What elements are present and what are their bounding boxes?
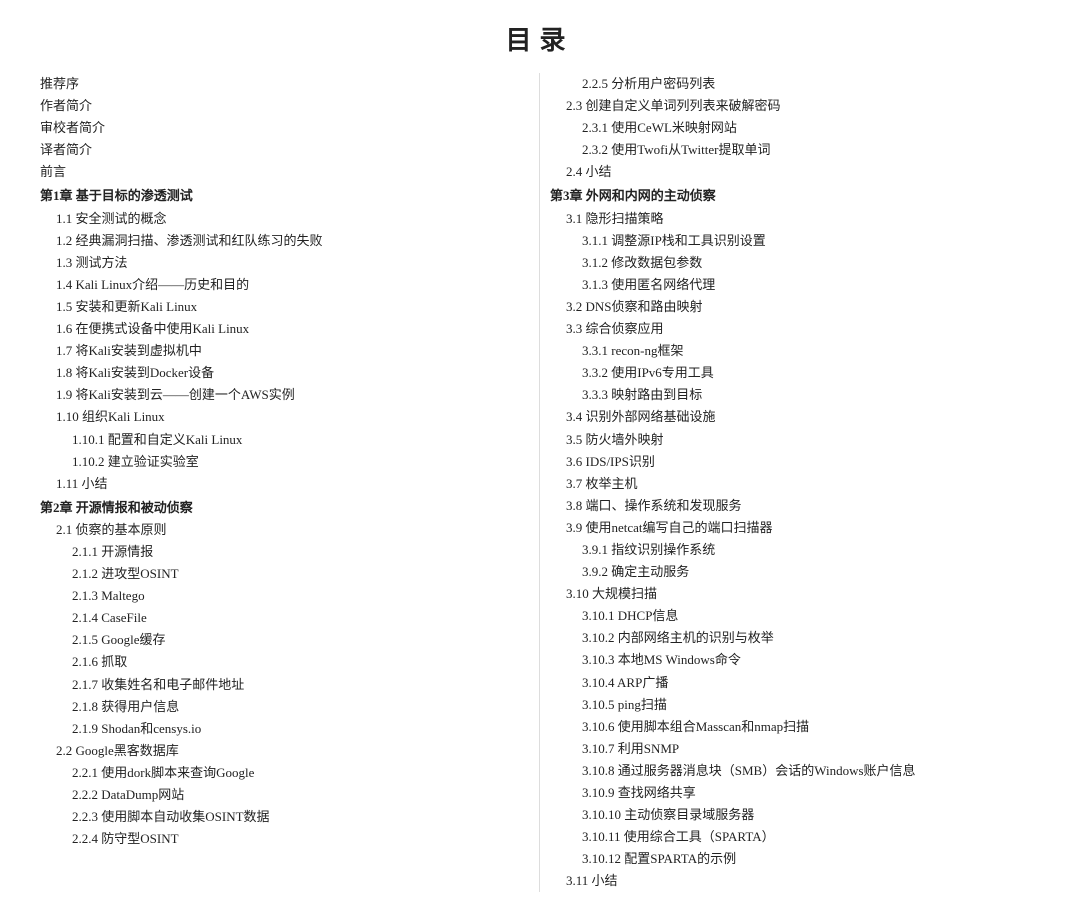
toc-item: 3.10.3 本地MS Windows命令 [550,649,1039,671]
toc-item: 3.4 识别外部网络基础设施 [550,406,1039,428]
toc-item: 3.9.1 指纹识别操作系统 [550,539,1039,561]
toc-item: 2.2.5 分析用户密码列表 [550,73,1039,95]
toc-item: 2.1.1 开源情报 [40,541,529,563]
toc-item: 2.2 Google黑客数据库 [40,740,529,762]
toc-item: 3.1 隐形扫描策略 [550,208,1039,230]
toc-item: 2.4 小结 [550,161,1039,183]
toc-item: 3.5 防火墙外映射 [550,429,1039,451]
toc-item: 2.3.1 使用CeWL米映射网站 [550,117,1039,139]
right-column: 2.2.5 分析用户密码列表2.3 创建自定义单词列列表来破解密码2.3.1 使… [540,73,1049,892]
toc-item: 作者简介 [40,95,529,117]
toc-item: 1.1 安全测试的概念 [40,208,529,230]
toc-item: 3.3.1 recon-ng框架 [550,340,1039,362]
toc-item: 1.2 经典漏洞扫描、渗透测试和红队练习的失败 [40,230,529,252]
toc-item: 3.1.2 修改数据包参数 [550,252,1039,274]
toc-item: 3.10.9 查找网络共享 [550,782,1039,804]
toc-item: 1.6 在便携式设备中使用Kali Linux [40,318,529,340]
toc-item: 2.3.2 使用Twofi从Twitter提取单词 [550,139,1039,161]
toc-item: 3.10.12 配置SPARTA的示例 [550,848,1039,870]
toc-item: 译者简介 [40,139,529,161]
left-column: 推荐序作者简介审校者简介译者简介前言第1章 基于目标的渗透测试1.1 安全测试的… [30,73,540,892]
toc-item: 2.2.1 使用dork脚本来查询Google [40,762,529,784]
toc-item: 2.2.3 使用脚本自动收集OSINT数据 [40,806,529,828]
toc-item: 2.1.2 进攻型OSINT [40,563,529,585]
toc-item: 3.10.4 ARP广播 [550,672,1039,694]
toc-item: 3.2 DNS侦察和路由映射 [550,296,1039,318]
toc-item: 3.10.1 DHCP信息 [550,605,1039,627]
toc-item: 2.1.8 获得用户信息 [40,696,529,718]
toc-item: 3.10.11 使用综合工具（SPARTA） [550,826,1039,848]
toc-item: 3.6 IDS/IPS识别 [550,451,1039,473]
toc-item: 3.10.8 通过服务器消息块（SMB）会话的Windows账户信息 [550,760,1039,782]
toc-item: 3.9.2 确定主动服务 [550,561,1039,583]
toc-item: 1.3 测试方法 [40,252,529,274]
toc-item: 3.7 枚举主机 [550,473,1039,495]
toc-item: 第3章 外网和内网的主动侦察 [550,185,1039,207]
toc-item: 2.1.4 CaseFile [40,607,529,629]
page-title: 目录 [505,20,573,57]
toc-item: 3.11 小结 [550,870,1039,892]
toc-item: 1.8 将Kali安装到Docker设备 [40,362,529,384]
toc-item: 1.5 安装和更新Kali Linux [40,296,529,318]
toc-item: 1.10.2 建立验证实验室 [40,451,529,473]
toc-item: 2.3 创建自定义单词列列表来破解密码 [550,95,1039,117]
toc-item: 3.10.5 ping扫描 [550,694,1039,716]
toc-item: 3.10.10 主动侦察目录域服务器 [550,804,1039,826]
toc-item: 第1章 基于目标的渗透测试 [40,185,529,207]
toc-item: 2.1.3 Maltego [40,585,529,607]
toc-item: 3.1.3 使用匿名网络代理 [550,274,1039,296]
toc-item: 3.8 端口、操作系统和发现服务 [550,495,1039,517]
toc-item: 2.1 侦察的基本原则 [40,519,529,541]
toc-item: 3.3 综合侦察应用 [550,318,1039,340]
toc-item: 3.9 使用netcat编写自己的端口扫描器 [550,517,1039,539]
toc-item: 1.10 组织Kali Linux [40,406,529,428]
toc-item: 推荐序 [40,73,529,95]
toc-item: 审校者简介 [40,117,529,139]
toc-item: 3.3.2 使用IPv6专用工具 [550,362,1039,384]
toc-item: 3.1.1 调整源IP栈和工具识别设置 [550,230,1039,252]
toc-item: 3.3.3 映射路由到目标 [550,384,1039,406]
toc-item: 1.11 小结 [40,473,529,495]
toc-item: 第2章 开源情报和被动侦察 [40,497,529,519]
toc-item: 2.1.9 Shodan和censys.io [40,718,529,740]
toc-item: 1.10.1 配置和自定义Kali Linux [40,429,529,451]
toc-item: 2.1.7 收集姓名和电子邮件地址 [40,674,529,696]
toc-item: 3.10.2 内部网络主机的识别与枚举 [550,627,1039,649]
toc-item: 1.9 将Kali安装到云——创建一个AWS实例 [40,384,529,406]
toc-item: 3.10.7 利用SNMP [550,738,1039,760]
toc-item: 3.10 大规模扫描 [550,583,1039,605]
toc-item: 2.2.4 防守型OSINT [40,828,529,850]
toc-item: 2.1.6 抓取 [40,651,529,673]
toc-item: 1.7 将Kali安装到虚拟机中 [40,340,529,362]
toc-item: 2.1.5 Google缓存 [40,629,529,651]
toc-item: 3.10.6 使用脚本组合Masscan和nmap扫描 [550,716,1039,738]
toc-item: 1.4 Kali Linux介绍——历史和目的 [40,274,529,296]
toc-item: 2.2.2 DataDump网站 [40,784,529,806]
toc-item: 前言 [40,161,529,183]
